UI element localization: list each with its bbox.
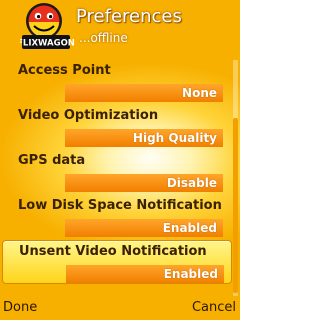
setting-label: Low Disk Space Notification (18, 198, 222, 213)
header: FLIXWAGON Preferences ...offline (0, 0, 240, 54)
setting-label: Video Optimization (18, 108, 159, 123)
setting-label: GPS data (18, 153, 86, 168)
setting-gps-data[interactable]: GPS data Disable (2, 150, 232, 194)
screen: FLIXWAGON Preferences ...offline Access … (0, 0, 240, 320)
app-logo: FLIXWAGON (17, 2, 75, 52)
done-softkey[interactable]: Done (3, 300, 37, 315)
svg-text:FLIXWAGON: FLIXWAGON (20, 39, 74, 49)
page-title: Preferences (76, 6, 182, 27)
setting-value-access-point[interactable]: None (65, 84, 223, 102)
connection-status: ...offline (79, 31, 128, 45)
cancel-softkey[interactable]: Cancel (192, 300, 236, 315)
setting-low-disk-space-notification[interactable]: Low Disk Space Notification Enabled (2, 195, 232, 239)
setting-value-video-optimization[interactable]: High Quality (65, 129, 223, 147)
setting-value-unsent-video[interactable]: Enabled (66, 265, 224, 283)
setting-label: Access Point (18, 63, 111, 78)
setting-unsent-video-notification[interactable]: Unsent Video Notification Enabled (2, 240, 232, 284)
setting-access-point[interactable]: Access Point None (2, 60, 232, 104)
setting-value-gps-data[interactable]: Disable (65, 174, 223, 192)
scrollbar-thumb[interactable] (233, 118, 238, 293)
setting-video-optimization[interactable]: Video Optimization High Quality (2, 105, 232, 149)
setting-label: Unsent Video Notification (19, 244, 207, 259)
setting-value-low-disk-space[interactable]: Enabled (65, 219, 223, 237)
